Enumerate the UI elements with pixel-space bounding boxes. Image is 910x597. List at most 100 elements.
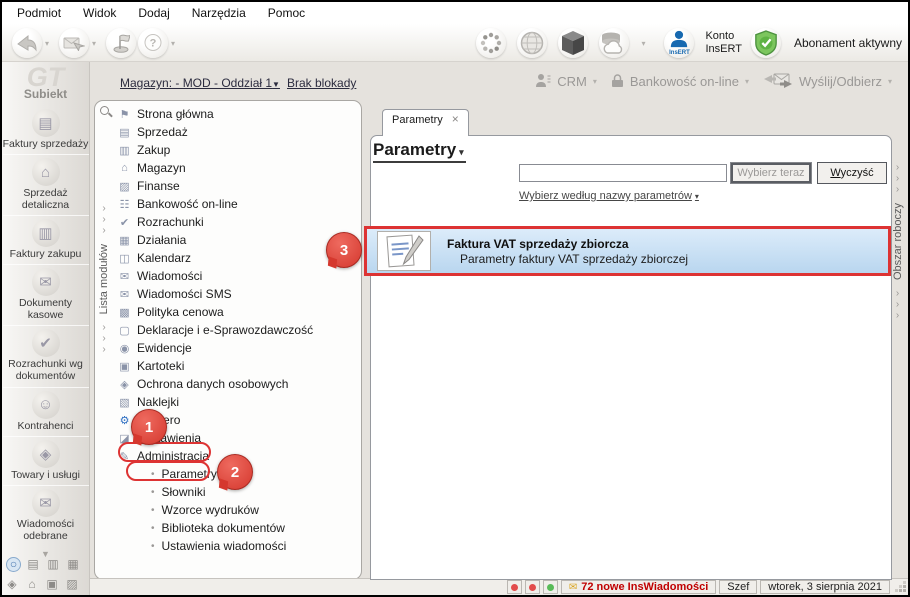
chevron-icon: › bbox=[895, 184, 900, 195]
naklejki-icon: ▧ bbox=[119, 396, 130, 409]
wyslij-odbierz-menu[interactable]: Wyślij/Odbierz ▾ bbox=[763, 72, 892, 90]
tree-item-ochrona-danych[interactable]: ◈ Ochrona danych osobowych bbox=[113, 375, 361, 393]
parameter-search-input[interactable] bbox=[519, 164, 727, 182]
tree-item-ewidencje[interactable]: ◉ Ewidencje bbox=[113, 339, 361, 357]
lista-modulow-strip[interactable]: › › › Lista modułów › › › bbox=[95, 101, 113, 579]
shortcut-selected-icon[interactable]: ○ bbox=[6, 557, 21, 572]
chevron-icon: › bbox=[102, 225, 106, 236]
shortcut-icon-4[interactable]: ▦ bbox=[65, 557, 81, 572]
tree-item-dzialania[interactable]: ▦ Działania bbox=[113, 231, 361, 249]
chevron-icon: › bbox=[895, 162, 900, 173]
shortcut-icon-5[interactable]: ◈ bbox=[4, 577, 20, 592]
tree-item-kalendarz[interactable]: ◫ Kalendarz bbox=[113, 249, 361, 267]
shortcut-icon-6[interactable]: ⌂ bbox=[24, 577, 40, 592]
sync-spinner-button[interactable] bbox=[476, 28, 507, 58]
annotation-outline-parametry bbox=[126, 461, 210, 481]
bullet-icon: • bbox=[151, 486, 155, 498]
menu-podmiot[interactable]: Podmiot bbox=[6, 3, 72, 23]
shortcut-icon-7[interactable]: ▣ bbox=[44, 577, 60, 592]
bankowosc-menu[interactable]: Bankowość on-line ▾ bbox=[611, 74, 749, 89]
konto-insert-button[interactable]: InsERT bbox=[664, 28, 695, 58]
app-name-label: Subiekt bbox=[23, 87, 68, 101]
cube-button[interactable] bbox=[558, 28, 589, 58]
globe-icon bbox=[521, 31, 544, 55]
ochrona-danych-icon: ◈ bbox=[120, 378, 129, 391]
sidebar-item-faktury-zakupu[interactable]: ▥ Faktury zakupu bbox=[2, 216, 89, 266]
shortcut-icon-8[interactable]: ▨ bbox=[64, 577, 80, 592]
kalendarz-icon: ◫ bbox=[119, 252, 130, 265]
help-button[interactable]: ? bbox=[138, 28, 169, 58]
tree-item-deklaracje[interactable]: ▢ Deklaracje i e-Sprawozdawczość bbox=[113, 321, 361, 339]
tree-item-magazyn[interactable]: ⌂ Magazyn bbox=[113, 159, 361, 177]
tab-parametry[interactable]: Parametry × bbox=[382, 109, 469, 136]
polityka-cenowa-icon: ▩ bbox=[119, 306, 130, 319]
status-indicator-2 bbox=[524, 580, 540, 594]
dzialania-icon: ▦ bbox=[119, 234, 130, 247]
tree-item-bankowosc[interactable]: ☷ Bankowość on-line bbox=[113, 195, 361, 213]
magazyn-icon: ⌂ bbox=[121, 162, 128, 174]
menu-narzedzia[interactable]: Narzędzia bbox=[181, 3, 257, 23]
crm-person-icon bbox=[536, 74, 551, 87]
globe-button[interactable] bbox=[517, 28, 548, 58]
faktury-sprzedazy-icon: ▤ bbox=[31, 109, 60, 137]
tree-item-zakup[interactable]: ▥ Zakup bbox=[113, 141, 361, 159]
sidebar-item-dokumenty-kasowe[interactable]: ✉ Dokumenty kasowe bbox=[2, 265, 89, 327]
menu-widok[interactable]: Widok bbox=[72, 3, 127, 23]
page-title[interactable]: Parametry ▾ bbox=[373, 140, 466, 163]
wiadomosci-icon: ✉ bbox=[119, 270, 130, 283]
tree-item-wiadomosci-sms[interactable]: ✉ Wiadomości SMS bbox=[113, 285, 361, 303]
tree-item-kartoteki[interactable]: ▣ Kartoteki bbox=[113, 357, 361, 375]
bullet-icon: • bbox=[151, 540, 155, 552]
toolbar-left-group: ▾ ▾ ? ▾ bbox=[12, 28, 185, 58]
sidebar-item-wiadomosci-odebrane[interactable]: ✉ Wiadomości odebrane bbox=[3, 486, 89, 546]
zakup-icon: ▥ bbox=[119, 144, 130, 157]
crm-menu[interactable]: CRM ▾ bbox=[536, 73, 597, 89]
konto-insert-label: Konto InsERT bbox=[705, 29, 742, 55]
tree-item-biblioteka-dokumentow[interactable]: • Biblioteka dokumentów bbox=[113, 519, 361, 537]
sidebar-item-sprzedaz-detaliczna[interactable]: ⌂ Sprzedaż detaliczna bbox=[2, 155, 89, 217]
tree-item-sprzedaz[interactable]: ▤ Sprzedaż bbox=[113, 123, 361, 141]
magazyn-caret-icon: ▼ bbox=[272, 80, 280, 89]
tree-item-polityka-cenowa[interactable]: ▩ Polityka cenowa bbox=[113, 303, 361, 321]
shortcut-icon-2[interactable]: ▤ bbox=[25, 557, 41, 572]
annotation-outline-administracja bbox=[118, 442, 211, 462]
database-cloud-button[interactable] bbox=[599, 28, 630, 58]
menu-dodaj[interactable]: Dodaj bbox=[127, 3, 180, 23]
tree-item-wiadomosci[interactable]: ✉ Wiadomości bbox=[113, 267, 361, 285]
magazyn-link[interactable]: Magazyn: - MOD - Oddział 1▼ bbox=[120, 76, 280, 90]
tree-item-strona-glowna[interactable]: ⚑ Strona główna bbox=[113, 105, 361, 123]
bullet-icon: • bbox=[151, 504, 155, 516]
tree-item-finanse[interactable]: ▨ Finanse bbox=[113, 177, 361, 195]
date-box: wtorek, 3 sierpnia 2021 bbox=[760, 580, 890, 594]
sidebar-item-rozrachunki[interactable]: ✔ Rozrachunki wg dokumentów bbox=[2, 326, 89, 388]
wybierz-teraz-button[interactable]: Wybierz teraz bbox=[730, 162, 812, 184]
sidebar-item-faktury-sprzedazy[interactable]: ▤ Faktury sprzedaży bbox=[2, 106, 89, 156]
tree-item-rozrachunki[interactable]: ✔ Rozrachunki bbox=[113, 213, 361, 231]
back-arrow-button[interactable] bbox=[12, 28, 42, 58]
ins-wiadomosci-box[interactable]: ✉ 72 nowe InsWiadomości bbox=[560, 580, 717, 594]
help-dropdown-caret[interactable]: ▾ bbox=[171, 39, 175, 48]
back-arrow-icon bbox=[17, 34, 37, 52]
send-message-button[interactable] bbox=[59, 28, 90, 58]
sidebar-item-towary-uslugi[interactable]: ◈ Towary i usługi bbox=[2, 437, 89, 486]
pin-icon[interactable] bbox=[99, 106, 109, 115]
wiadomosci-sms-icon: ✉ bbox=[119, 288, 130, 301]
menu-pomoc[interactable]: Pomoc bbox=[257, 3, 316, 23]
flag-button[interactable] bbox=[106, 28, 137, 58]
resize-grip[interactable] bbox=[894, 581, 907, 593]
back-dropdown-caret[interactable]: ▾ bbox=[45, 39, 49, 48]
filter-by-name-link[interactable]: Wybierz według nazwy parametrów ▾ bbox=[519, 190, 699, 202]
wyczysc-button[interactable]: Wyczyść bbox=[817, 162, 887, 184]
tree-item-ustawienia-wiadomosci[interactable]: • Ustawienia wiadomości bbox=[113, 537, 361, 555]
deklaracje-icon: ▢ bbox=[119, 324, 130, 337]
parameter-row-faktura-vat[interactable]: Faktura VAT sprzedaży zbiorcza Parametry… bbox=[364, 226, 891, 276]
send-dropdown-caret[interactable]: ▾ bbox=[92, 39, 96, 48]
brak-blokady-link[interactable]: Brak blokady bbox=[287, 76, 356, 90]
tab-close-icon[interactable]: × bbox=[452, 113, 459, 125]
abonament-shield-button[interactable] bbox=[750, 28, 781, 58]
database-dropdown-caret[interactable]: ▾ bbox=[641, 39, 645, 48]
tree-item-wzorce-wydrukow[interactable]: • Wzorce wydruków bbox=[113, 501, 361, 519]
sidebar-item-kontrahenci[interactable]: ☺ Kontrahenci bbox=[2, 388, 89, 437]
shortcut-icon-3[interactable]: ▥ bbox=[45, 557, 61, 572]
towary-uslugi-icon: ◈ bbox=[31, 439, 60, 468]
